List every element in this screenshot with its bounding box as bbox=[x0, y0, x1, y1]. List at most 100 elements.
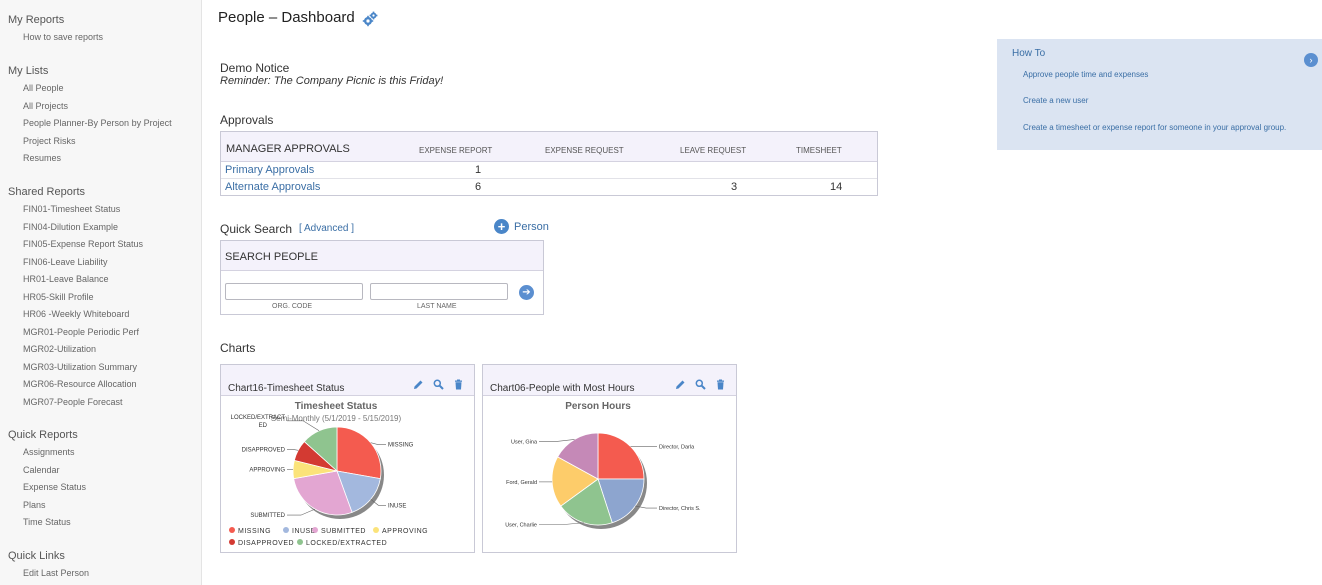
pencil-icon[interactable] bbox=[675, 379, 686, 390]
timesheet-status-pie-chart: Timesheet Status Semi-Monthly (5/1/2019 … bbox=[229, 401, 428, 547]
magnifier-icon[interactable] bbox=[433, 379, 444, 390]
pencil-icon[interactable] bbox=[413, 379, 424, 390]
quick-search-title: Quick Search bbox=[220, 222, 293, 236]
chevron-right-icon[interactable]: › bbox=[1304, 53, 1318, 67]
add-person-button[interactable]: + Person bbox=[494, 219, 549, 234]
column-header: EXPENSE REQUEST bbox=[545, 146, 624, 155]
slice-label: Ford, Gerald bbox=[506, 480, 537, 486]
slice-label: INUSE bbox=[388, 503, 406, 509]
how-to-title: How To bbox=[1012, 48, 1046, 59]
slice-label: Director, Chris S. bbox=[659, 506, 701, 512]
search-people-title: SEARCH PEOPLE bbox=[221, 241, 543, 271]
sidebar-item[interactable]: How to save reports bbox=[8, 29, 103, 47]
legend-marker bbox=[229, 539, 235, 545]
cell-value: 1 bbox=[475, 164, 482, 176]
page-title: People – Dashboard bbox=[218, 9, 355, 26]
chart-title: Person Hours bbox=[565, 401, 631, 412]
sidebar-section-shared-reports: Shared Reports FIN01-Timesheet Status FI… bbox=[8, 184, 143, 411]
sidebar-item[interactable]: MGR01-People Periodic Perf bbox=[8, 324, 143, 342]
table-row: Alternate Approvals 6 3 14 bbox=[221, 179, 877, 196]
sidebar-item[interactable]: People Planner-By Person by Project bbox=[8, 115, 172, 133]
approvals-table: MANAGER APPROVALS EXPENSE REPORT EXPENSE… bbox=[220, 131, 878, 196]
legend-label: APPROVING bbox=[382, 528, 428, 535]
leader-line bbox=[370, 442, 386, 446]
sidebar-item[interactable]: MGR03-Utilization Summary bbox=[8, 359, 143, 377]
leader-line bbox=[539, 439, 575, 442]
sidebar-item[interactable]: Edit Last Person bbox=[8, 565, 89, 583]
sidebar-item[interactable]: HR01-Leave Balance bbox=[8, 271, 143, 289]
last-name-input[interactable] bbox=[370, 283, 508, 300]
sidebar-item[interactable]: HR06 -Weekly Whiteboard bbox=[8, 306, 143, 324]
sidebar-item[interactable]: Project Risks bbox=[8, 133, 172, 151]
sidebar-item[interactable]: Calendar bbox=[8, 462, 86, 480]
cell-value: 14 bbox=[830, 181, 843, 193]
sidebar-item[interactable]: MGR02-Utilization bbox=[8, 341, 143, 359]
legend-marker bbox=[283, 527, 289, 533]
notice-text: Reminder: The Company Picnic is this Fri… bbox=[220, 75, 444, 87]
leader-line bbox=[287, 449, 299, 451]
sidebar-section-my-reports: My Reports How to save reports bbox=[8, 12, 103, 47]
sidebar-item[interactable]: FIN04-Dilution Example bbox=[8, 219, 143, 237]
person-hours-pie-chart: Person Hours Director, Darla Director, Ch… bbox=[505, 401, 701, 529]
slice-label: SUBMITTED bbox=[250, 513, 285, 519]
sidebar-item[interactable]: Plans bbox=[8, 497, 86, 515]
sidebar-item[interactable]: FIN06-Leave Liability bbox=[8, 254, 143, 272]
chart-card-header: Chart06-People with Most Hours bbox=[483, 365, 736, 396]
notice-title: Demo Notice bbox=[220, 61, 290, 75]
cell-value: 6 bbox=[475, 181, 482, 193]
chart-card-title: Chart06-People with Most Hours bbox=[490, 383, 635, 394]
sidebar-item[interactable]: FIN05-Expense Report Status bbox=[8, 236, 143, 254]
sidebar-heading: My Lists bbox=[8, 65, 49, 77]
pie-slice[interactable] bbox=[336, 426, 382, 480]
gears-icon[interactable] bbox=[362, 11, 378, 27]
sidebar-heading: Quick Reports bbox=[8, 429, 78, 441]
org-code-input[interactable] bbox=[225, 283, 363, 300]
legend-marker bbox=[312, 527, 318, 533]
sidebar-item[interactable]: MGR07-People Forecast bbox=[8, 394, 143, 412]
add-person-label: Person bbox=[514, 220, 549, 233]
sidebar-item[interactable]: HR05-Skill Profile bbox=[8, 289, 143, 307]
approvals-table-title: MANAGER APPROVALS bbox=[226, 143, 350, 155]
row-label-link[interactable]: Primary Approvals bbox=[225, 164, 314, 176]
sidebar-section-quick-links: Quick Links Edit Last Person bbox=[8, 548, 89, 583]
column-header: EXPENSE REPORT bbox=[419, 146, 493, 155]
legend-label: SUBMITTED bbox=[321, 528, 366, 535]
column-header: LEAVE REQUEST bbox=[680, 146, 747, 155]
sidebar-item[interactable]: Assignments bbox=[8, 444, 86, 462]
advanced-search-link[interactable]: [ Advanced ] bbox=[299, 223, 354, 234]
slice-label: MISSING bbox=[388, 443, 414, 449]
trash-icon[interactable] bbox=[453, 379, 464, 390]
plus-circle-icon: + bbox=[494, 219, 509, 234]
sidebar-item[interactable]: All People bbox=[8, 80, 172, 98]
sidebar-item[interactable]: Expense Status bbox=[8, 479, 86, 497]
chart-card-header: Chart16-Timesheet Status bbox=[221, 365, 474, 396]
how-to-link[interactable]: Create a timesheet or expense report for… bbox=[1023, 123, 1286, 132]
charts-title: Charts bbox=[220, 341, 256, 355]
sidebar-item[interactable]: MGR06-Resource Allocation bbox=[8, 376, 143, 394]
sidebar-item[interactable]: Time Status bbox=[8, 514, 86, 532]
how-to-link[interactable]: Approve people time and expenses bbox=[1023, 70, 1148, 79]
pie-slice[interactable] bbox=[597, 432, 645, 480]
approvals-header-row: MANAGER APPROVALS EXPENSE REPORT EXPENSE… bbox=[221, 132, 877, 162]
approvals-title: Approvals bbox=[220, 113, 274, 127]
search-people-box: SEARCH PEOPLE ORG. CODE LAST NAME ➔ bbox=[220, 240, 544, 315]
slice-label: User, Charlie bbox=[505, 523, 537, 529]
sidebar-item[interactable]: All Projects bbox=[8, 98, 172, 116]
sidebar-item[interactable]: FIN01-Timesheet Status bbox=[8, 201, 143, 219]
sidebar-section-quick-reports: Quick Reports Assignments Calendar Expen… bbox=[8, 427, 86, 532]
column-header: TIMESHEET bbox=[796, 146, 842, 155]
trash-icon[interactable] bbox=[715, 379, 726, 390]
sidebar-item[interactable]: Resumes bbox=[8, 150, 172, 168]
leader-line bbox=[287, 508, 316, 516]
chart-card-title: Chart16-Timesheet Status bbox=[228, 383, 345, 394]
sidebar-heading: My Reports bbox=[8, 14, 65, 26]
search-go-arrow-icon[interactable]: ➔ bbox=[519, 285, 534, 300]
how-to-link[interactable]: Create a new user bbox=[1023, 96, 1088, 105]
sidebar-section-my-lists: My Lists All People All Projects People … bbox=[8, 63, 172, 168]
slice-label: APPROVING bbox=[249, 467, 285, 473]
legend-label: DISAPPROVED bbox=[238, 540, 294, 547]
cell-value: 3 bbox=[731, 181, 738, 193]
row-label-link[interactable]: Alternate Approvals bbox=[225, 181, 320, 193]
magnifier-icon[interactable] bbox=[695, 379, 706, 390]
org-code-label: ORG. CODE bbox=[272, 303, 313, 310]
